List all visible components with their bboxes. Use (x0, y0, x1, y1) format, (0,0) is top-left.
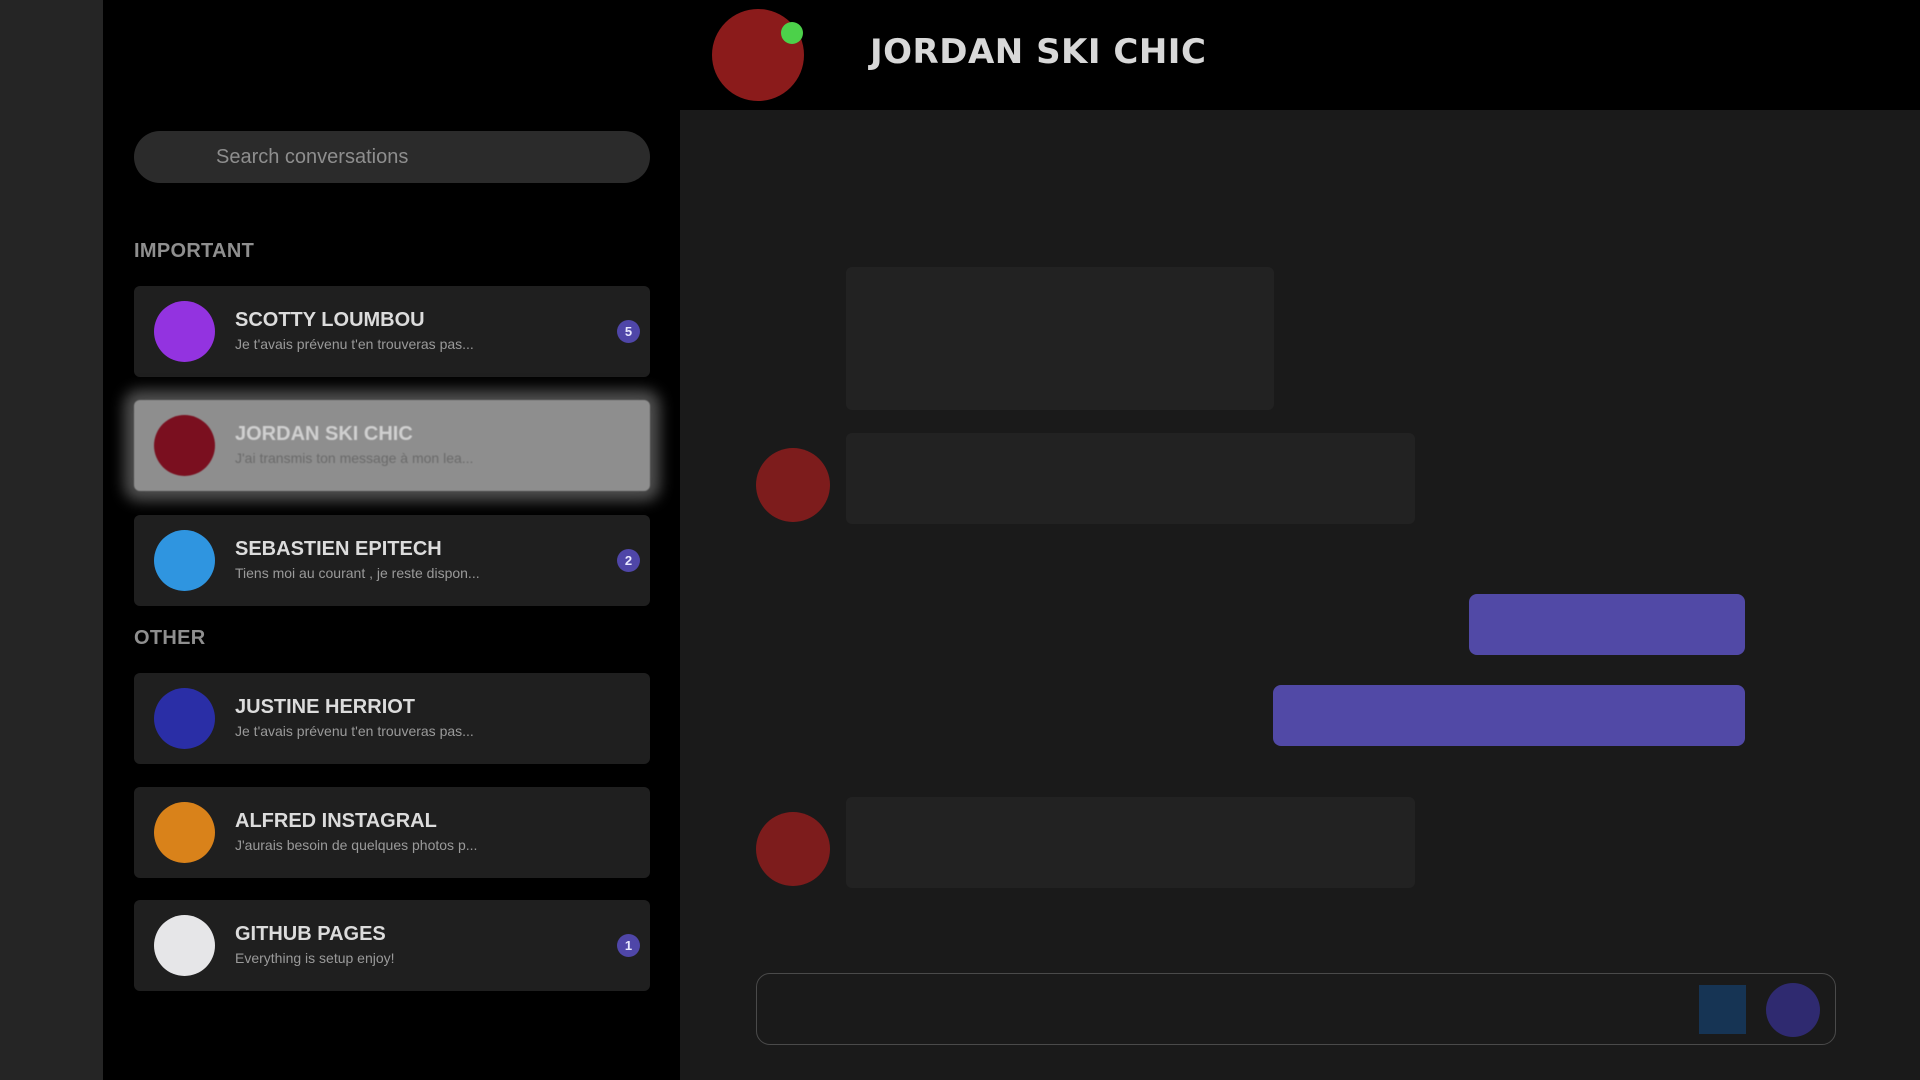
conversation-name: SCOTTY LOUMBOU (235, 309, 425, 331)
avatar (154, 530, 215, 591)
avatar (154, 915, 215, 976)
conversation-preview: J'ai transmis ton message à mon lea... (235, 450, 474, 466)
conversation-name: JUSTINE HERRIOT (235, 696, 416, 718)
conversation-preview: J'aurais besoin de quelques photos p... (235, 837, 478, 853)
conversation-item-justine-herriot[interactable]: JUSTINE HERRIOT Je t'avais prévenu t'en … (134, 673, 650, 764)
section-title-other: OTHER (134, 627, 206, 649)
search-input[interactable]: Search conversations (134, 131, 650, 183)
messenger-app: Search conversations IMPORTANT SCOTTY LO… (0, 0, 1920, 1080)
unread-badge: 1 (617, 934, 640, 957)
avatar (154, 802, 215, 863)
conversation-preview: Everything is setup enjoy! (235, 950, 395, 966)
chat-title: JORDAN SKI CHIC (870, 32, 1207, 72)
conversation-name: JORDAN SKI CHIC (235, 423, 413, 445)
conversation-preview: Je t'avais prévenu t'en trouveras pas... (235, 336, 474, 352)
conversation-preview: Je t'avais prévenu t'en trouveras pas... (235, 723, 474, 739)
avatar (154, 301, 215, 362)
conversation-item-github-pages[interactable]: GITHUB PAGES Everything is setup enjoy! … (134, 900, 650, 991)
section-title-important: IMPORTANT (134, 240, 255, 262)
conversation-name: GITHUB PAGES (235, 923, 386, 945)
avatar (154, 688, 215, 749)
online-status-icon (781, 22, 803, 44)
left-rail (0, 0, 103, 1080)
send-button[interactable] (1766, 983, 1820, 1037)
conversation-name: SEBASTIEN EPITECH (235, 538, 442, 560)
conversation-name: ALFRED INSTAGRAL (235, 810, 437, 832)
chat-header: JORDAN SKI CHIC (680, 0, 1920, 110)
conversation-item-jordan-ski-chic[interactable]: JORDAN SKI CHIC J'ai transmis ton messag… (134, 400, 650, 491)
conversation-item-sebastien-epitech[interactable]: SEBASTIEN EPITECH Tiens moi au courant ,… (134, 515, 650, 606)
sender-avatar (756, 812, 830, 886)
outgoing-message (1273, 685, 1745, 746)
attachment-button[interactable] (1699, 985, 1746, 1034)
conversation-item-alfred-instagral[interactable]: ALFRED INSTAGRAL J'aurais besoin de quel… (134, 787, 650, 878)
unread-badge: 5 (617, 320, 640, 343)
conversation-preview: Tiens moi au courant , je reste dispon..… (235, 565, 480, 581)
incoming-message (846, 797, 1415, 888)
sender-avatar (756, 448, 830, 522)
outgoing-message (1469, 594, 1745, 655)
incoming-message (846, 433, 1415, 524)
conversation-item-scotty-loumbou[interactable]: SCOTTY LOUMBOU Je t'avais prévenu t'en t… (134, 286, 650, 377)
incoming-message (846, 267, 1274, 410)
conversation-list-panel: Search conversations IMPORTANT SCOTTY LO… (103, 0, 680, 1080)
message-area (680, 110, 1920, 1080)
message-composer[interactable] (756, 973, 1836, 1045)
avatar (154, 415, 215, 476)
unread-badge: 2 (617, 549, 640, 572)
